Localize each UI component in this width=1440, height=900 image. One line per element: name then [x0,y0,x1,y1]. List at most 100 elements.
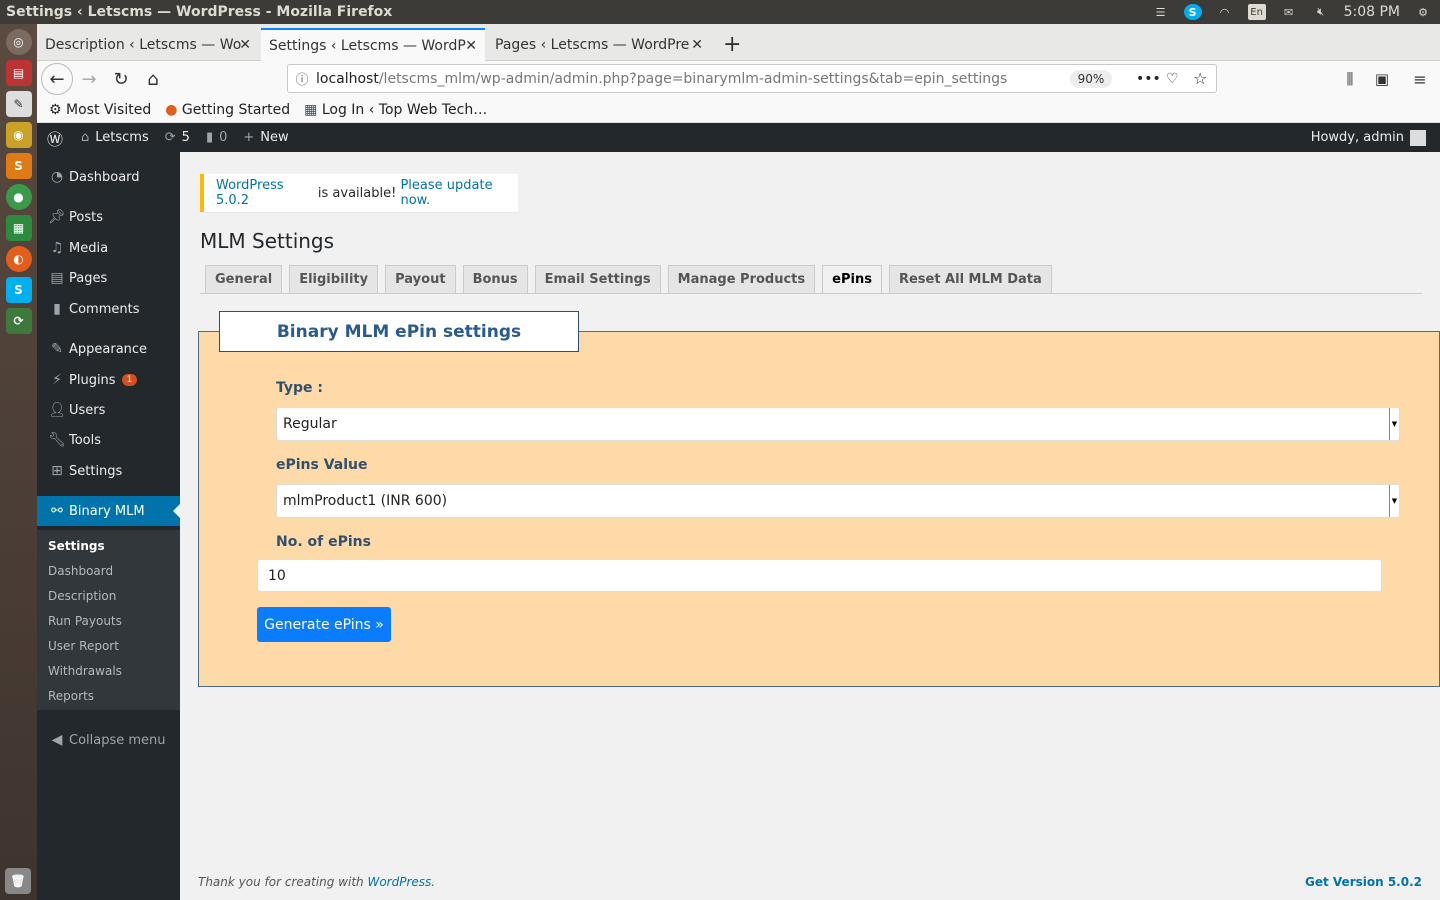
software-updater-icon[interactable]: ⟳ [5,308,32,334]
close-icon[interactable]: ✕ [465,38,477,54]
spreadsheet-icon[interactable]: ▦ [5,215,32,241]
get-version-link[interactable]: Get Version 5.0.2 [1305,875,1422,889]
new-content-link[interactable]: + New [235,123,296,152]
media-icon: ♫ [50,240,64,256]
collapse-menu-button[interactable]: ◀ Collapse menu [37,725,180,755]
back-button[interactable]: ← [41,63,73,95]
library-icon[interactable]: ⫼ [1334,63,1366,95]
sidebar-item-posts[interactable]: 📌︎ Posts [37,202,180,232]
sidebar-item-appearance[interactable]: ✎ Appearance [37,334,180,364]
comment-icon: ▮ [205,130,214,145]
submenu-item-withdrawals[interactable]: Withdrawals [48,664,122,678]
reload-button[interactable]: ↻ [105,63,137,95]
pages-icon: ▤ [50,270,64,286]
home-icon: ⌂ [81,130,90,145]
files-icon[interactable]: ▤ [5,60,32,86]
site-name-link[interactable]: ⌂ Letscms [73,123,157,152]
generate-epins-button[interactable]: Generate ePins » [257,607,391,642]
more-actions-icon[interactable]: ••• [1136,71,1161,87]
sidebar-item-plugins[interactable]: ⚡ Plugins 1 [37,365,180,395]
tab-epins[interactable]: ePins [822,265,882,294]
tab-general[interactable]: General [205,265,283,294]
dashboard-icon: ◔ [50,169,64,185]
tab-manage-products[interactable]: Manage Products [667,265,816,294]
updates-link[interactable]: ⟳ 5 [157,123,198,152]
submenu-item-settings[interactable]: Settings [48,539,105,553]
update-notice: WordPress 5.0.2 is available! Please upd… [200,174,518,212]
volume-muted-icon[interactable]: 🔇︎ [1312,4,1330,20]
url-bar[interactable]: ⓘ localhost/letscms_mlm/wp-admin/admin.p… [287,64,1217,93]
comments-link[interactable]: ▮ 0 [198,123,235,152]
sidebar-item-tools[interactable]: 🔧︎ Tools [37,425,180,455]
brush-icon: ✎ [51,341,63,357]
comment-icon: ▮ [53,301,61,317]
wordpress-version-link[interactable]: WordPress 5.0.2 [216,178,314,208]
pocket-icon[interactable]: ♡ [1166,71,1179,87]
text-editor-icon[interactable]: ✎ [5,91,32,117]
hamburger-menu-icon[interactable]: ≡ [1404,63,1436,95]
keyboard-layout-indicator[interactable]: En [1247,4,1266,20]
submenu-item-reports[interactable]: Reports [48,689,94,703]
submenu-item-user-report[interactable]: User Report [48,639,119,653]
info-icon[interactable]: ⓘ [288,69,316,88]
browser-tab-active[interactable]: Settings ‹ Letscms — WordP ✕ [261,28,485,61]
home-button[interactable]: ⌂ [137,63,169,95]
admin-sidebar: ◔ Dashboard 📌︎ Posts ♫ Media ▤ Pages ▮ Commen… [37,152,180,900]
skype-launcher-icon[interactable]: S [5,277,32,303]
tabs-divider [200,293,1422,294]
firefox-icon: ● [165,101,182,118]
browser-tab[interactable]: Description ‹ Letscms — Wo ✕ [37,28,259,61]
browser-tab[interactable]: Pages ‹ Letscms — WordPre ✕ [487,28,711,61]
trash-icon[interactable]: 🗑︎ [5,868,31,894]
firefox-icon[interactable]: ◐ [5,246,32,272]
wp-admin-bar: Ⓦ ⌂ Letscms ⟳ 5 ▮ 0 + New Howdy, admin [37,123,1440,152]
forward-button[interactable]: → [73,63,105,95]
chevron-down-icon: ▼ [1389,408,1399,440]
submenu-item-run-payouts[interactable]: Run Payouts [48,614,122,628]
sidebar-item-settings[interactable]: ⊞ Settings [37,456,180,486]
close-icon[interactable]: ✕ [691,37,703,53]
submenu-item-description[interactable]: Description [48,589,116,603]
os-top-bar: Settings ‹ Letscms — WordPress - Mozilla… [0,0,1440,24]
bookmark-item[interactable]: ⚙ Most Visited [49,102,151,118]
tab-bonus[interactable]: Bonus [462,265,528,294]
submenu-item-dashboard[interactable]: Dashboard [48,564,113,578]
bookmark-star-icon[interactable]: ☆ [1193,69,1207,88]
sidebar-toggle-icon[interactable]: ▣ [1366,63,1398,95]
gear-icon[interactable]: ⚙ [1414,4,1432,20]
chrome-icon[interactable]: ● [5,184,32,210]
mail-icon[interactable]: ✉ [1280,4,1298,20]
type-select[interactable]: Regular ▼ [276,407,1400,441]
wifi-icon[interactable]: ◠ [1216,4,1234,20]
epins-count-input[interactable]: 10 [257,559,1382,592]
close-icon[interactable]: ✕ [239,37,251,53]
sidebar-item-binary-mlm[interactable]: ⚯ Binary MLM [37,496,180,526]
sidebar-item-users[interactable]: 👤︎ Users [37,395,180,425]
gimp-icon[interactable]: ◉ [5,122,32,148]
sidebar-item-pages[interactable]: ▤ Pages [37,263,180,293]
new-tab-button[interactable]: + [715,28,745,61]
plugin-icon: ⚡ [52,372,62,388]
url-host: localhost [316,70,379,87]
menu-icon[interactable]: ☰ [1152,4,1170,20]
sublime-icon[interactable]: S [5,153,32,179]
bookmark-item[interactable]: ● Getting Started [165,102,290,118]
sidebar-item-comments[interactable]: ▮ Comments [37,294,180,324]
epins-value-select[interactable]: mlmProduct1 (INR 600) ▼ [276,484,1400,518]
account-menu[interactable]: Howdy, admin [1303,123,1434,152]
tab-eligibility[interactable]: Eligibility [289,265,379,294]
skype-icon[interactable]: S [1183,4,1202,20]
zoom-indicator[interactable]: 90% [1070,70,1112,88]
sidebar-item-media[interactable]: ♫ Media [37,233,180,263]
tab-payout[interactable]: Payout [385,265,456,294]
bookmark-item[interactable]: ▦ Log In ‹ Top Web Tech… [304,102,487,118]
ubuntu-logo-icon[interactable]: ◎ [5,29,32,55]
wordpress-logo-icon[interactable]: Ⓦ [37,123,73,152]
tab-email-settings[interactable]: Email Settings [534,265,661,294]
wordpress-link[interactable]: WordPress [367,875,431,889]
sidebar-item-dashboard[interactable]: ◔ Dashboard [37,162,180,192]
update-now-link[interactable]: Please update now. [400,178,518,208]
tab-reset-all-mlm-data[interactable]: Reset All MLM Data [888,265,1052,294]
tab-label: Settings ‹ Letscms — WordP [269,37,466,54]
clock[interactable]: 5:08 PM [1344,4,1400,20]
